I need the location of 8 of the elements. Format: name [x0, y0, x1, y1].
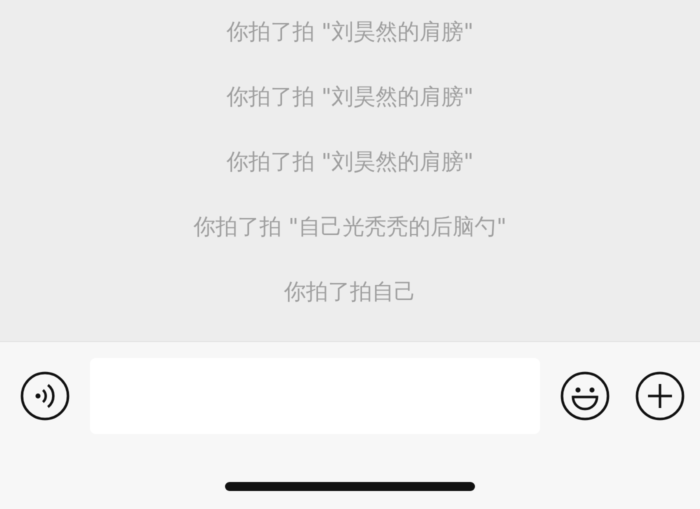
emoji-icon[interactable] — [560, 371, 610, 421]
pat-notice-text: 你拍了拍 "自己光秃秃的后脑勺" — [193, 214, 507, 242]
pat-notice-text: 你拍了拍 "刘昊然的肩膀" — [226, 149, 474, 177]
voice-icon[interactable] — [20, 371, 70, 421]
add-icon[interactable] — [635, 371, 685, 421]
pat-notice-text: 你拍了拍 "刘昊然的肩膀" — [226, 84, 474, 112]
pat-notice-text: 你拍了拍自己 — [284, 279, 416, 307]
pat-notice-text: 你拍了拍 "刘昊然的肩膀" — [226, 19, 474, 47]
